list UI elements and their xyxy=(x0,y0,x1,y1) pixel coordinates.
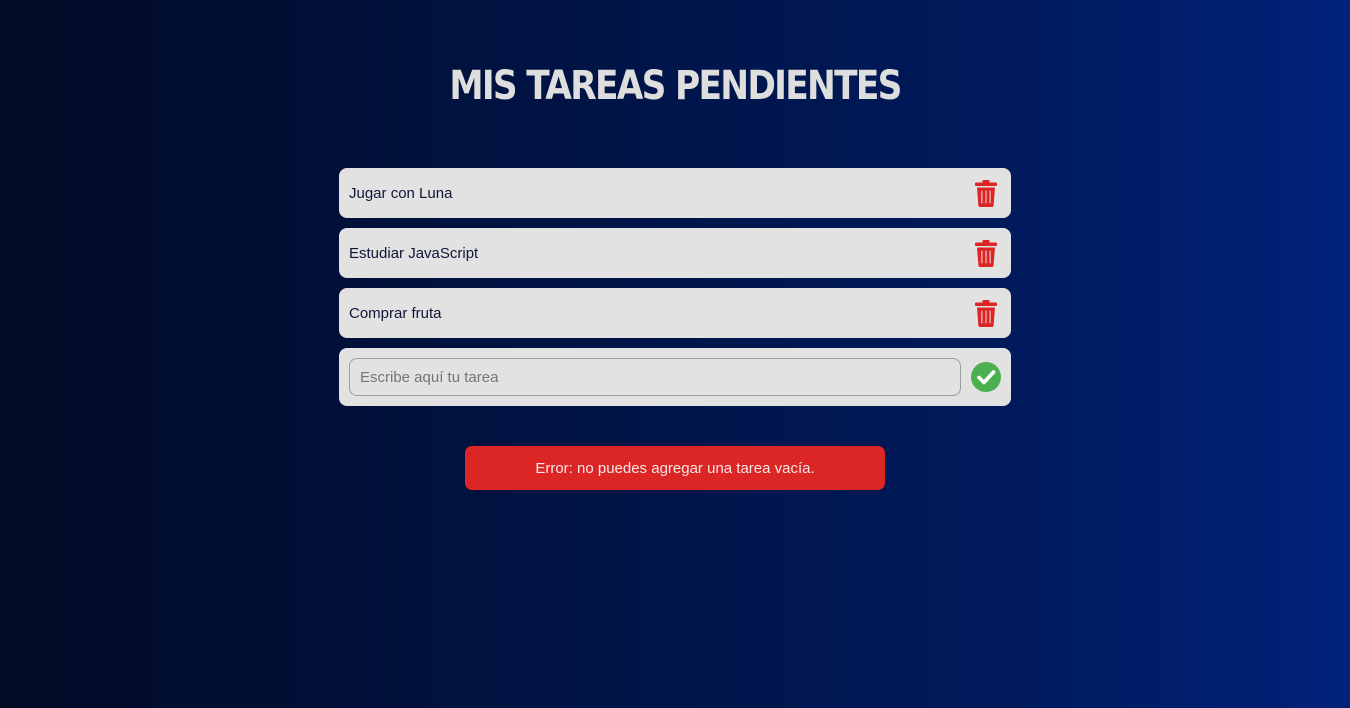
task-text: Estudiar JavaScript xyxy=(349,244,479,262)
task-input[interactable] xyxy=(349,358,961,396)
task-item: Estudiar JavaScript xyxy=(339,228,1011,278)
task-item: Comprar fruta xyxy=(339,288,1011,338)
trash-icon[interactable] xyxy=(971,298,1001,328)
task-text: Jugar con Luna xyxy=(349,184,453,202)
task-item: Jugar con Luna xyxy=(339,168,1011,218)
trash-icon[interactable] xyxy=(971,178,1001,208)
error-text: Error: no puedes agregar una tarea vacía… xyxy=(535,459,815,477)
trash-icon[interactable] xyxy=(971,238,1001,268)
page-title: MIS TAREAS PENDIENTES xyxy=(449,63,902,109)
task-list: Jugar con Luna Estudiar JavaScript Compr… xyxy=(339,168,1011,406)
task-text: Comprar fruta xyxy=(349,304,442,322)
check-circle-icon[interactable] xyxy=(971,362,1001,392)
error-message: Error: no puedes agregar una tarea vacía… xyxy=(465,446,885,490)
new-task-form xyxy=(339,348,1011,406)
